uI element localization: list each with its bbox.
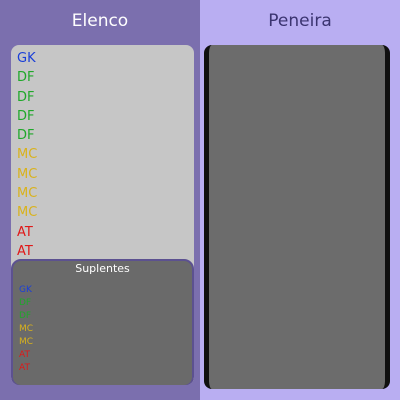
substitute-player-at[interactable]: AT [19,349,33,362]
starter-player-df[interactable]: DF [17,107,37,126]
starter-player-df[interactable]: DF [17,88,37,107]
squad-list: GK DF DF DF DF MC MC MC MC AT AT Suplentes GK DF DF M… [11,45,194,385]
elenco-title: Elenco [71,11,129,31]
substitute-player-gk[interactable]: GK [19,284,33,297]
elenco-panel: Elenco GK DF DF DF DF MC MC MC MC AT AT Suplentes … [0,0,200,400]
starter-player-mc[interactable]: MC [17,145,37,164]
substitutes-list: GK DF DF MC MC AT AT [19,284,33,375]
starter-player-gk[interactable]: GK [17,49,37,68]
substitute-player-df[interactable]: DF [19,297,33,310]
substitute-player-df[interactable]: DF [19,310,33,323]
starter-player-at[interactable]: AT [17,223,37,242]
starters-list: GK DF DF DF DF MC MC MC MC AT AT [17,49,37,261]
peneira-panel: Peneira [200,0,400,400]
peneira-title: Peneira [268,11,332,31]
substitute-player-mc[interactable]: MC [19,336,33,349]
substitute-player-mc[interactable]: MC [19,323,33,336]
starter-player-mc[interactable]: MC [17,203,37,222]
starter-player-df[interactable]: DF [17,126,37,145]
peneira-list[interactable] [204,45,390,389]
starter-player-mc[interactable]: MC [17,165,37,184]
substitutes-title: Suplentes [75,262,130,275]
substitutes-box: Suplentes GK DF DF MC MC AT AT [11,259,194,385]
starter-player-df[interactable]: DF [17,68,37,87]
substitute-player-at[interactable]: AT [19,362,33,375]
starter-player-mc[interactable]: MC [17,184,37,203]
